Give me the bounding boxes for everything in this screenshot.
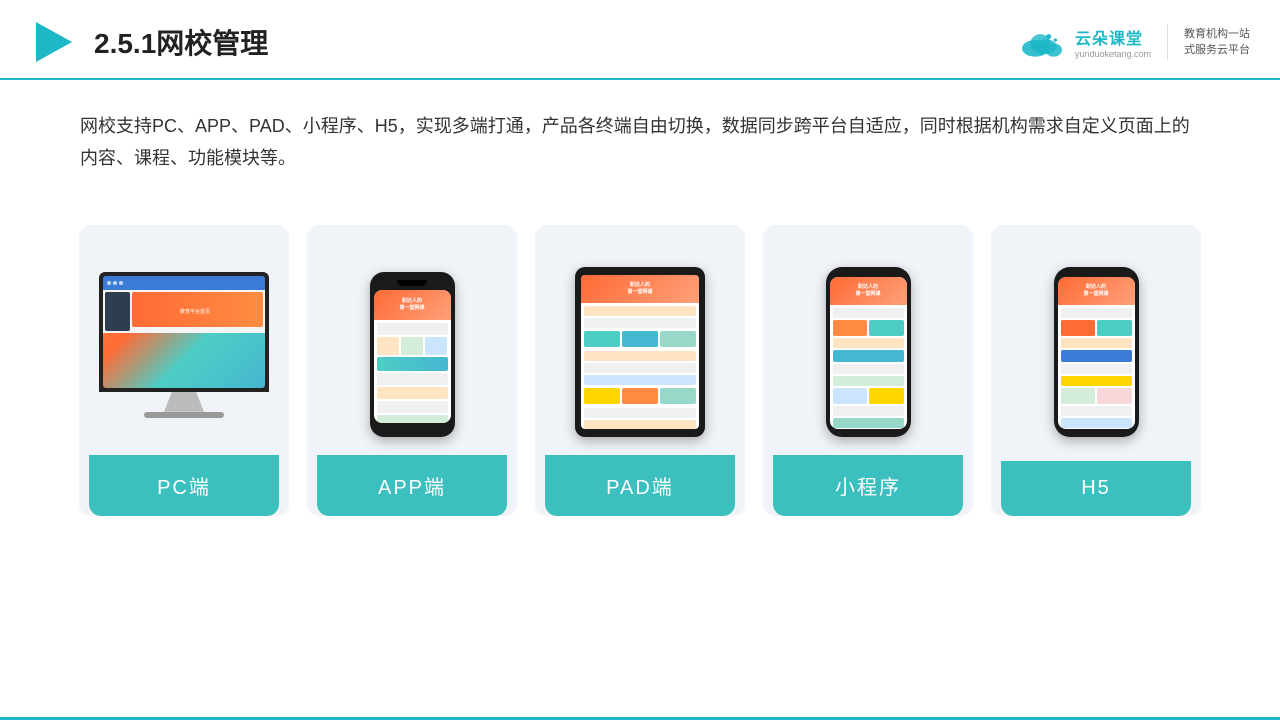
card-pad-image: 职达人的第一堂网课 [545,245,735,445]
logo-divider [1167,24,1168,60]
h5-phone-device: 职达人的第一堂网课 [1054,267,1139,437]
app-phone-screen: 职达人的第一堂网课 [374,290,451,423]
card-pc-image: 教育平台首页 [89,245,279,445]
h5-phone-outer: 职达人的第一堂网课 [1054,267,1139,437]
card-h5-image: 职达人的第一堂网课 [1001,245,1191,445]
app-phone-device: 职达人的第一堂网课 [370,272,455,437]
header-left: 2.5.1网校管理 [30,18,268,66]
pad-screen: 职达人的第一堂网课 [581,275,699,429]
play-icon [30,18,78,66]
card-h5-label: H5 [1001,461,1191,516]
pad-device: 职达人的第一堂网课 [575,267,705,437]
miniapp-phone-screen: 职达人的第一堂网课 [830,277,907,429]
description: 网校支持PC、APP、PAD、小程序、H5，实现多端打通，产品各终端自由切换，数… [0,80,1280,185]
card-app: 职达人的第一堂网课 [307,225,517,516]
card-app-image: 职达人的第一堂网课 [317,245,507,445]
card-pad: 职达人的第一堂网课 [535,225,745,516]
logo-slogan: 教育机构一站 式服务云平台 [1184,26,1250,59]
h5-phone-screen: 职达人的第一堂网课 [1058,277,1135,429]
card-pad-label: PAD端 [545,455,735,516]
description-text: 网校支持PC、APP、PAD、小程序、H5，实现多端打通，产品各终端自由切换，数… [80,110,1200,175]
card-miniapp: 职达人的第一堂网课 [763,225,973,516]
logo-area: 云朵课堂 yunduoketang.com 教育机构一站 式服务云平台 [1017,24,1250,60]
cards-section: 教育平台首页 [0,195,1280,516]
header: 2.5.1网校管理 云朵课堂 yunduoketang.com 教育机构一站 式… [0,0,1280,80]
svg-text:教育平台首页: 教育平台首页 [180,308,210,315]
logo-url-text: yunduoketang.com [1075,49,1151,59]
pc-screen-inner: 教育平台首页 [103,276,265,388]
logo-main-text: 云朵课堂 [1075,25,1143,49]
card-h5: 职达人的第一堂网课 [991,225,1201,516]
miniapp-phone-outer: 职达人的第一堂网课 [826,267,911,437]
card-miniapp-image: 职达人的第一堂网课 [773,245,963,445]
page-title: 2.5.1网校管理 [94,22,268,62]
card-pc: 教育平台首页 [79,225,289,516]
pad-outer: 职达人的第一堂网课 [575,267,705,437]
miniapp-phone-device: 职达人的第一堂网课 [826,267,911,437]
cloud-logo-icon [1017,25,1067,60]
card-pc-label: PC端 [89,455,279,516]
logo-text-area: 云朵课堂 yunduoketang.com [1075,25,1151,59]
card-app-label: APP端 [317,455,507,516]
app-phone-outer: 职达人的第一堂网课 [370,272,455,437]
pc-screen-outer: 教育平台首页 [99,272,269,392]
card-miniapp-label: 小程序 [773,455,963,516]
pc-device: 教育平台首页 [99,272,269,418]
